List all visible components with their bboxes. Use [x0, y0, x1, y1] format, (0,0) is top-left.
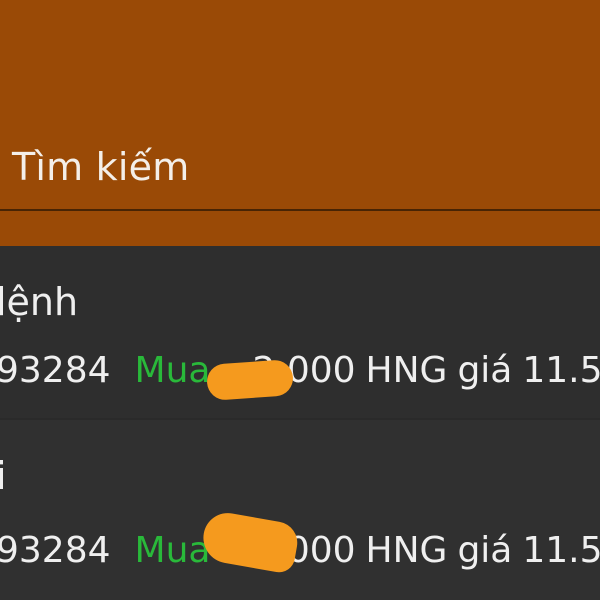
order-price: 11.55: [522, 350, 600, 391]
app-screen: Tìm kiếm lệnh 93284Mua2.000HNGgiá11.55 i…: [0, 0, 600, 600]
search-input[interactable]: Tìm kiếm: [12, 145, 189, 189]
order-card-title: lệnh: [0, 280, 79, 324]
stock-symbol: HNG: [365, 350, 448, 391]
search-underline: [0, 209, 600, 211]
account-number: 93284: [0, 350, 111, 391]
order-summary-line: 93284Mua2.000HNGgiá11.55: [0, 350, 600, 391]
price-label: giá: [457, 530, 513, 571]
order-list: lệnh 93284Mua2.000HNGgiá11.55 i 93284Mua…: [0, 246, 600, 600]
redaction-mark: [205, 359, 295, 401]
order-card[interactable]: lệnh 93284Mua2.000HNGgiá11.55: [0, 246, 600, 418]
order-card-title: i: [0, 454, 7, 498]
order-summary-line: 93284Mua2.000HNGgiá11.55: [0, 530, 600, 571]
order-price: 11.55: [522, 530, 600, 571]
header-bar: Tìm kiếm: [0, 0, 600, 246]
order-card[interactable]: i 93284Mua2.000HNGgiá11.55: [0, 420, 600, 600]
order-side: Mua: [134, 350, 211, 391]
order-side: Mua: [134, 530, 211, 571]
account-number: 93284: [0, 530, 111, 571]
stock-symbol: HNG: [365, 530, 448, 571]
price-label: giá: [457, 350, 513, 391]
